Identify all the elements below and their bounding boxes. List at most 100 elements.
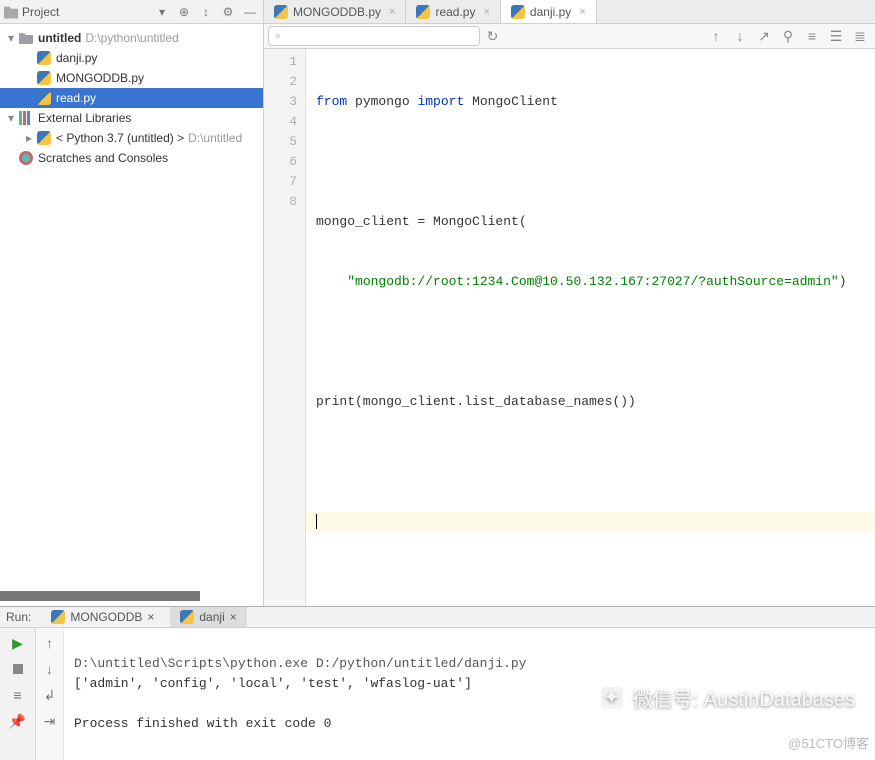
project-title: Project <box>22 5 149 19</box>
project-root[interactable]: ▾ untitled D:\python\untitled <box>0 28 263 48</box>
external-libraries[interactable]: ▾ External Libraries <box>0 108 263 128</box>
collapse-icon[interactable]: ↕ <box>197 3 215 21</box>
line-number: 1 <box>264 52 297 72</box>
arrow-up-icon[interactable]: ↑ <box>705 26 727 46</box>
run-body: ▶ ≡ 📌 ↑ ↓ ↲ ⇥ D:\untitled\Scripts\python… <box>0 628 875 760</box>
code-line <box>316 452 865 472</box>
editor-area: MONGODDB.py × read.py × danji.py × ⌕ ↻ ↑… <box>264 0 875 606</box>
line-number: 3 <box>264 92 297 112</box>
scratches-label: Scratches and Consoles <box>38 151 168 165</box>
python-sdk[interactable]: ▸ < Python 3.7 (untitled) > D:\untitled <box>0 128 263 148</box>
settings3-icon[interactable]: ≣ <box>849 26 871 46</box>
libraries-icon <box>19 111 33 125</box>
sdk-path: D:\untitled <box>188 131 242 145</box>
external-libs-label: External Libraries <box>38 111 131 125</box>
code-line: print(mongo_client.list_database_names()… <box>316 392 865 412</box>
run-panel: Run: MONGODDB × danji × ▶ ≡ 📌 ↑ ↓ ↲ ⇥ D:… <box>0 606 875 756</box>
code-line <box>316 332 865 352</box>
stop-button[interactable] <box>9 660 27 678</box>
console-output[interactable]: D:\untitled\Scripts\python.exe D:/python… <box>64 628 875 760</box>
line-number: 6 <box>264 152 297 172</box>
project-icon <box>4 5 18 19</box>
tab-danji[interactable]: danji.py × <box>501 0 597 23</box>
code-line: "mongodb://root:1234.Com@10.50.132.167:2… <box>316 272 865 292</box>
python-file-icon <box>51 610 65 624</box>
console-line: ['admin', 'config', 'local', 'test', 'wf… <box>74 676 472 691</box>
file-danji[interactable]: danji.py <box>0 48 263 68</box>
close-icon[interactable]: × <box>389 6 395 18</box>
close-icon[interactable]: × <box>230 610 237 624</box>
arrow-down-icon[interactable]: ↓ <box>41 660 59 678</box>
file-label: danji.py <box>56 51 97 65</box>
chevron-down-icon[interactable]: ▾ <box>153 3 171 21</box>
chevron-down-icon[interactable]: ▾ <box>4 31 18 45</box>
tab-label: MONGODDB.py <box>293 5 381 19</box>
export-icon[interactable]: ⇥ <box>41 712 59 730</box>
chevron-right-icon[interactable]: ▸ <box>22 131 36 145</box>
layout-icon[interactable]: ≡ <box>9 686 27 704</box>
gutter: 1 2 3 4 5 6 7 8 <box>264 49 306 606</box>
console-line: Process finished with exit code 0 <box>74 716 331 731</box>
line-number: 8 <box>264 192 297 212</box>
search-icon: ⌕ <box>275 30 281 43</box>
file-label: MONGODDB.py <box>56 71 144 85</box>
run-tab-danji[interactable]: danji × <box>170 607 246 627</box>
splitter-handle[interactable] <box>0 591 200 601</box>
sdk-label: < Python 3.7 (untitled) > <box>56 131 184 145</box>
folder-icon <box>19 32 33 44</box>
arrow-down-icon[interactable]: ↓ <box>729 26 751 46</box>
code-line <box>316 152 865 172</box>
run-header: Run: MONGODDB × danji × <box>0 607 875 628</box>
python-file-icon <box>37 71 51 85</box>
rerun-icon[interactable]: ▶ <box>9 634 27 652</box>
python-file-icon <box>37 91 51 105</box>
pin-icon[interactable]: 📌 <box>9 712 27 730</box>
scratches-icon <box>19 151 33 165</box>
project-panel-header: Project ▾ ⊕ ↕ ⚙ — <box>0 0 263 24</box>
console-line: D:\untitled\Scripts\python.exe D:/python… <box>74 656 526 671</box>
editor-toolbar: ⌕ ↻ ↑ ↓ ↗ ⚲ ≡ ☰ ≣ <box>264 24 875 49</box>
hide-icon[interactable]: — <box>241 3 259 21</box>
tab-read[interactable]: read.py × <box>406 0 500 23</box>
wrap-icon[interactable]: ↲ <box>41 686 59 704</box>
scratches[interactable]: Scratches and Consoles <box>0 148 263 168</box>
tab-mongodb[interactable]: MONGODDB.py × <box>264 0 406 23</box>
file-mongodb[interactable]: MONGODDB.py <box>0 68 263 88</box>
code-line: from pymongo import MongoClient <box>316 92 865 112</box>
run-side-toolbar: ↑ ↓ ↲ ⇥ <box>36 628 64 760</box>
chevron-down-icon[interactable]: ▾ <box>4 111 18 125</box>
code-line-current <box>306 512 875 532</box>
arrow-up-icon[interactable]: ↑ <box>41 634 59 652</box>
file-label: read.py <box>56 91 96 105</box>
line-number: 2 <box>264 72 297 92</box>
code-line: mongo_client = MongoClient( <box>316 212 865 232</box>
run-tab-mongodb[interactable]: MONGODDB × <box>41 607 164 627</box>
close-icon[interactable]: × <box>147 610 154 624</box>
search-input[interactable]: ⌕ <box>268 26 480 46</box>
settings2-icon[interactable]: ☰ <box>825 26 847 46</box>
pin-icon[interactable]: ⚲ <box>777 26 799 46</box>
arrow-diag-icon[interactable]: ↗ <box>753 26 775 46</box>
python-file-icon <box>511 5 525 19</box>
line-number: 7 <box>264 172 297 192</box>
line-number: 4 <box>264 112 297 132</box>
target-icon[interactable]: ⊕ <box>175 3 193 21</box>
run-gutter: ▶ ≡ 📌 <box>0 628 36 760</box>
root-path: D:\python\untitled <box>85 31 178 45</box>
close-icon[interactable]: × <box>483 6 489 18</box>
gear-icon[interactable]: ⚙ <box>219 3 237 21</box>
run-label: Run: <box>6 610 31 624</box>
match-icon[interactable]: ≡ <box>801 26 823 46</box>
code-editor[interactable]: 1 2 3 4 5 6 7 8 from pymongo import Mong… <box>264 49 875 606</box>
python-file-icon <box>37 51 51 65</box>
code-lines[interactable]: from pymongo import MongoClient mongo_cl… <box>306 49 875 606</box>
close-icon[interactable]: × <box>579 6 585 18</box>
tab-label: danji.py <box>530 5 571 19</box>
python-file-icon <box>180 610 194 624</box>
file-read[interactable]: read.py <box>0 88 263 108</box>
line-number: 5 <box>264 132 297 152</box>
stop-icon <box>13 664 23 674</box>
refresh-icon[interactable]: ↻ <box>482 26 504 46</box>
tab-label: read.py <box>435 5 475 19</box>
python-icon <box>37 131 51 145</box>
